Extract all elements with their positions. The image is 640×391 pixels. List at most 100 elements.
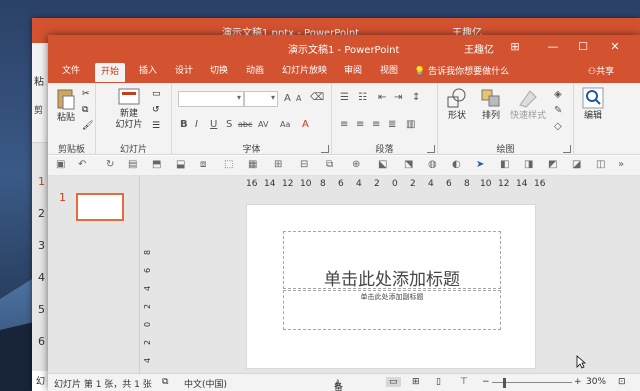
powerpoint-window[interactable]: 演示文稿1 - PowerPoint 王趣亿 ⊞ — ☐ ✕ 文件 开始 插入 … — [48, 35, 640, 391]
toolbar-icon[interactable]: ◩ — [548, 159, 557, 170]
align-center-icon[interactable]: ≡ — [356, 119, 364, 130]
slideshow-view-icon[interactable]: ⊤ — [460, 377, 468, 387]
grow-font-icon[interactable]: A — [284, 93, 291, 104]
shadow-button[interactable]: S — [226, 119, 232, 130]
close-button[interactable]: ✕ — [600, 35, 630, 59]
title-placeholder[interactable]: 单击此处添加标题 — [283, 231, 501, 290]
toolbar-icon[interactable]: ◐ — [452, 159, 461, 170]
toolbar-icon[interactable]: ◪ — [572, 159, 581, 170]
pointer-icon[interactable]: ➤ — [476, 159, 484, 170]
bg-ribbon-paste-fragment: 粘 — [34, 77, 44, 88]
toolbar-icon[interactable]: ⬔ — [404, 159, 413, 170]
shapes-button[interactable]: 形状 — [442, 87, 472, 122]
layout-icon[interactable]: ▭ — [152, 89, 164, 100]
justify-icon[interactable]: ≣ — [388, 119, 396, 130]
editing-button[interactable]: 编辑 — [578, 87, 608, 122]
cut-icon[interactable]: ✂ — [82, 89, 94, 100]
quick-styles-button[interactable]: 快速样式 — [508, 87, 548, 122]
paste-button[interactable]: 粘贴 — [54, 87, 78, 124]
bullets-icon[interactable]: ☰ — [340, 92, 349, 103]
bg-ribbon-clip-fragment: 剪 — [34, 106, 44, 116]
minimize-button[interactable]: — — [538, 35, 568, 59]
reset-icon[interactable]: ↺ — [152, 105, 164, 116]
toolbar-icon[interactable]: ⊞ — [274, 159, 282, 170]
increase-indent-icon[interactable]: ⇥ — [394, 92, 402, 103]
tab-view[interactable]: 视图 — [380, 64, 398, 83]
tell-me-box[interactable]: 💡 告诉我你想要做什么 — [414, 64, 509, 77]
toolbar-icon[interactable]: ⬕ — [378, 159, 387, 170]
drawing-dialog-launcher[interactable] — [563, 145, 571, 153]
strikethrough-button[interactable]: abc — [238, 120, 252, 129]
italic-button[interactable]: I — [195, 119, 198, 130]
font-size-combo[interactable]: ▾ — [244, 91, 278, 107]
ruler-tick: 2 — [410, 179, 416, 189]
clear-format-icon[interactable]: ⌫ — [310, 92, 324, 103]
tab-animations[interactable]: 动画 — [246, 64, 264, 83]
subtitle-placeholder[interactable]: 单击此处添加副标题 — [283, 290, 501, 330]
copy-icon[interactable]: ⧉ — [82, 105, 94, 116]
bold-button[interactable]: B — [180, 119, 188, 130]
toolbar-icon[interactable]: ▦ — [248, 159, 257, 170]
user-name[interactable]: 王趣亿 — [464, 41, 494, 56]
language-status[interactable]: 中文(中国) — [184, 377, 227, 390]
new-slide-button[interactable]: 新建 幻灯片 — [112, 87, 146, 131]
toolbar-icon[interactable]: ⊟ — [300, 159, 308, 170]
format-painter-icon[interactable]: 🖌 — [82, 121, 94, 132]
columns-icon[interactable]: ▥ — [406, 119, 415, 130]
toolbar-icon[interactable]: ⬚ — [224, 159, 233, 170]
char-spacing-button[interactable]: AV — [258, 120, 268, 129]
spellcheck-icon[interactable]: ⧉ — [162, 377, 168, 387]
arrange-button[interactable]: 排列 — [476, 87, 506, 122]
undo-icon[interactable]: ↶ — [78, 159, 86, 170]
toolbar-icon[interactable]: ⬒ — [152, 159, 161, 170]
tab-home[interactable]: 开始 — [95, 63, 126, 82]
underline-button[interactable]: U — [210, 119, 217, 130]
fit-to-window-icon[interactable]: ⊡ — [618, 377, 626, 387]
zoom-level[interactable]: 30% — [586, 377, 606, 387]
tab-transitions[interactable]: 切换 — [210, 64, 228, 83]
toolbar-icon[interactable]: ◍ — [428, 159, 437, 170]
toolbar-icon[interactable]: ◨ — [524, 159, 533, 170]
save-icon[interactable]: ▣ — [56, 159, 65, 170]
start-slideshow-icon[interactable]: ▤ — [128, 159, 137, 170]
font-dialog-launcher[interactable] — [321, 145, 329, 153]
toolbar-icon[interactable]: ⊕ — [352, 159, 360, 170]
shape-fill-icon[interactable]: ◈ — [554, 89, 562, 100]
section-icon[interactable]: ☰ — [152, 121, 164, 132]
font-color-icon[interactable]: A — [302, 119, 309, 130]
zoom-in-button[interactable]: + — [574, 377, 582, 387]
slide-thumbnail[interactable] — [76, 193, 124, 221]
ribbon-display-options-button[interactable]: ⊞ — [500, 35, 530, 59]
redo-icon[interactable]: ↻ — [106, 159, 114, 170]
toolbar-icon[interactable]: ◧ — [500, 159, 509, 170]
maximize-button[interactable]: ☐ — [568, 35, 598, 59]
paragraph-dialog-launcher[interactable] — [427, 145, 435, 153]
toolbar-icon[interactable]: ◫ — [596, 159, 605, 170]
tab-file[interactable]: 文件 — [62, 64, 80, 83]
shape-outline-icon[interactable]: ✎ — [554, 105, 562, 116]
decrease-indent-icon[interactable]: ⇤ — [378, 92, 386, 103]
zoom-out-button[interactable]: − — [482, 377, 490, 387]
reading-view-icon[interactable]: ▯ — [436, 377, 441, 387]
tab-slideshow[interactable]: 幻灯片放映 — [282, 64, 327, 83]
zoom-slider-thumb[interactable] — [503, 378, 506, 388]
tab-review[interactable]: 审阅 — [344, 64, 362, 83]
toolbar-icon[interactable]: ⧈ — [200, 159, 206, 170]
line-spacing-icon[interactable]: ↕ — [412, 92, 420, 103]
normal-view-icon[interactable]: ▭ — [386, 377, 401, 387]
align-right-icon[interactable]: ≡ — [372, 119, 380, 130]
toolbar-icon[interactable]: ⬓ — [176, 159, 185, 170]
font-name-combo[interactable]: ▾ — [178, 91, 244, 107]
shape-effects-icon[interactable]: ◇ — [554, 121, 562, 132]
toolbar-icon[interactable]: ⧉ — [326, 159, 333, 170]
align-left-icon[interactable]: ≡ — [340, 119, 348, 130]
more-commands-icon[interactable]: » — [618, 159, 624, 170]
slide-canvas[interactable]: 单击此处添加标题 单击此处添加副标题 — [246, 204, 536, 369]
change-case-button[interactable]: Aa — [280, 120, 290, 129]
slide-sorter-icon[interactable]: ⊞ — [412, 377, 420, 387]
shrink-font-icon[interactable]: A — [296, 94, 301, 103]
tab-insert[interactable]: 插入 — [139, 64, 157, 83]
tab-design[interactable]: 设计 — [175, 64, 193, 83]
numbering-icon[interactable]: ☷ — [358, 92, 367, 103]
share-button[interactable]: ⚇共享 — [588, 64, 614, 77]
